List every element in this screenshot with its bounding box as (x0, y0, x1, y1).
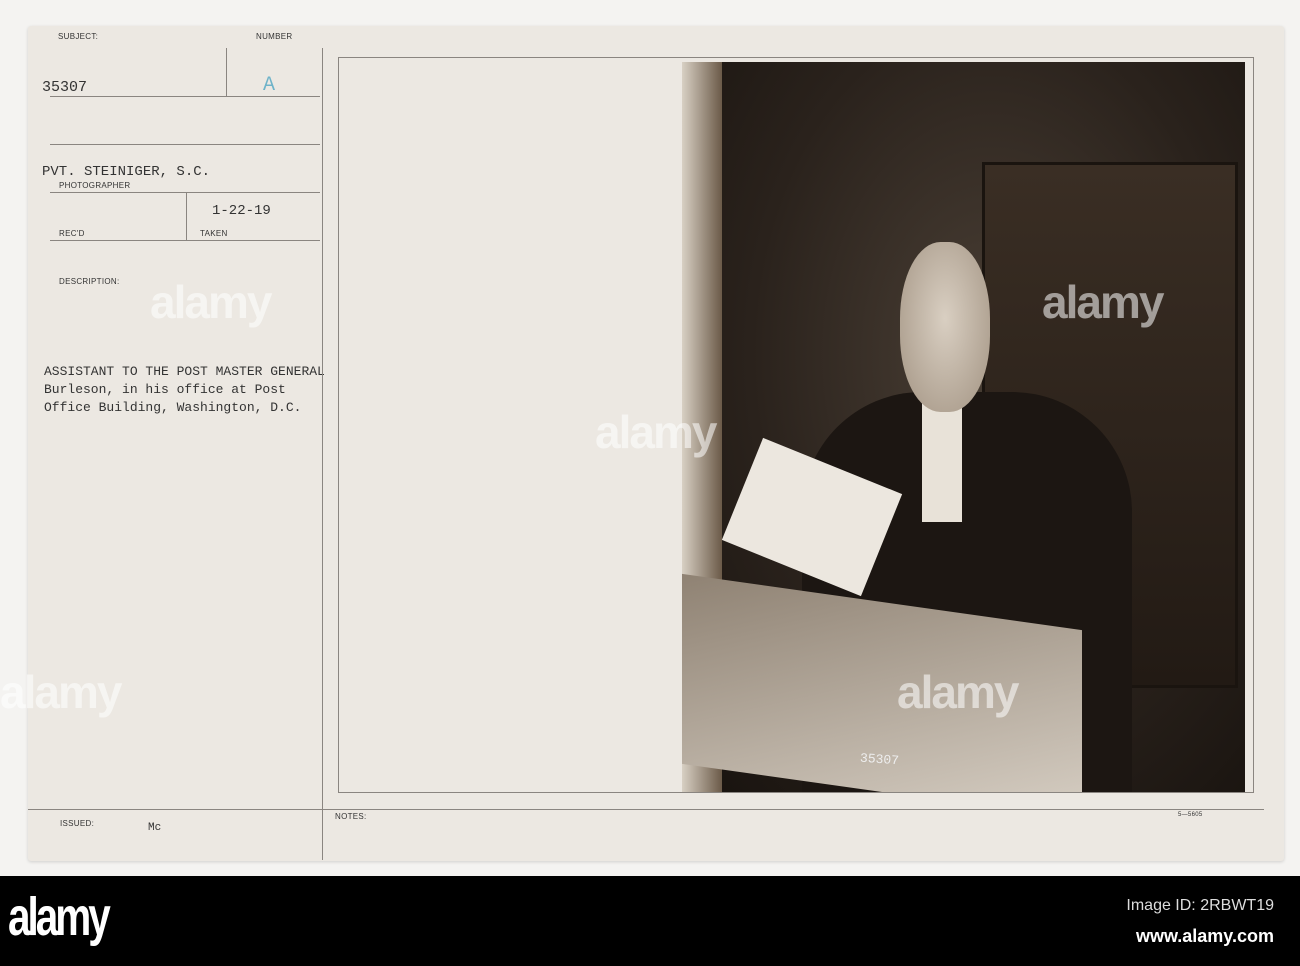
description-line: Office Building, Washington, D.C. (44, 400, 302, 415)
watermark: alamy (1042, 276, 1164, 328)
watermark: alamy (595, 406, 717, 458)
watermark: alamy (150, 276, 272, 328)
description-label: DESCRIPTION: (59, 277, 120, 286)
photographer-label: PHOTOGRAPHER (59, 181, 131, 190)
watermark: alamy (897, 666, 1019, 718)
taken-value: 1-22-19 (212, 203, 271, 219)
description-text: ASSISTANT TO THE POST MASTER GENERAL Bur… (44, 363, 325, 417)
taken-label: TAKEN (200, 229, 228, 238)
alamy-logo: alamy (8, 887, 111, 947)
alamy-url[interactable]: www.alamy.com (1136, 926, 1274, 947)
watermark: alamy (0, 666, 122, 718)
number-label: NUMBER (256, 32, 293, 41)
subject-label: SUBJECT: (58, 32, 99, 41)
form-code: 5—5605 (1178, 812, 1203, 818)
man-face (900, 242, 990, 412)
description-line: ASSISTANT TO THE POST MASTER GENERAL (44, 364, 325, 379)
number-value: A (263, 74, 276, 97)
photographer-value: PVT. STEINIGER, S.C. (42, 164, 211, 180)
subject-value: 35307 (42, 79, 88, 96)
shirt (922, 402, 962, 522)
notes-label: NOTES: (335, 812, 367, 821)
footer-bar: alamy Image ID: 2RBWT19 www.alamy.com (0, 876, 1300, 966)
issued-label: ISSUED: (60, 819, 95, 828)
photo-number-inscription: 35307 (859, 750, 900, 769)
image-id: Image ID: 2RBWT19 (1126, 897, 1274, 914)
recd-label: REC'D (59, 229, 85, 238)
issued-value: Mc (148, 822, 162, 834)
description-line: Burleson, in his office at Post (44, 382, 286, 397)
